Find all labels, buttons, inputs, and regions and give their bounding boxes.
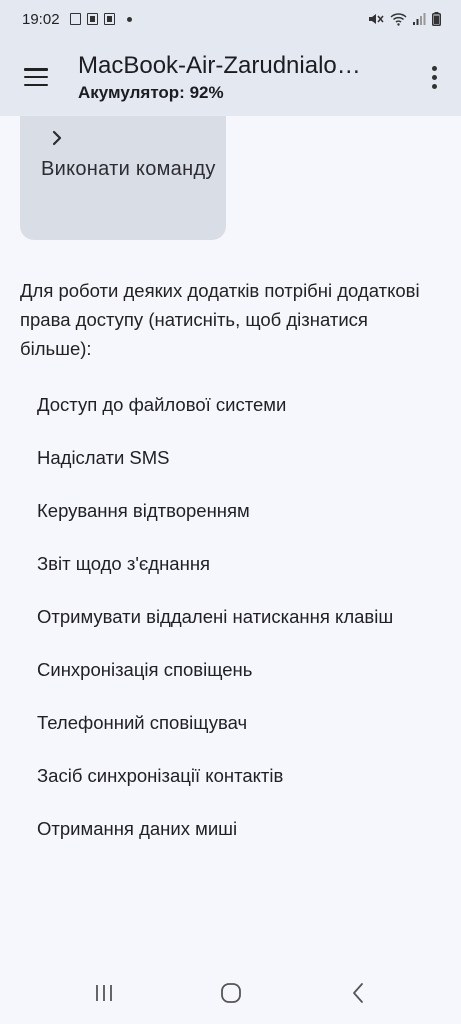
app-notification-icon-2 [103, 13, 115, 25]
more-notifications-dot-icon [126, 16, 132, 22]
chevron-right-icon [52, 130, 62, 151]
title-wrap: MacBook-Air-Zarudnialo… Акумулятор: 92% [72, 51, 407, 103]
run-command-card[interactable]: Виконати команду [20, 116, 226, 240]
status-right [368, 12, 441, 26]
permission-item-notification-sync[interactable]: Синхронізація сповіщень [0, 643, 461, 696]
permission-item-media-control[interactable]: Керування відтворенням [0, 484, 461, 537]
status-bar: 19:02 [0, 0, 461, 38]
device-title: MacBook-Air-Zarudnialo… [78, 52, 361, 79]
system-nav-bar [0, 961, 461, 1024]
battery-status: Акумулятор: 92% [78, 83, 224, 102]
home-button[interactable] [201, 968, 261, 1018]
more-dot-icon [431, 74, 437, 80]
permission-item-contacts-sync[interactable]: Засіб синхронізації контактів [0, 749, 461, 802]
permission-item-telephony[interactable]: Телефонний сповіщувач [0, 696, 461, 749]
permission-item-connectivity-report[interactable]: Звіт щодо з'єднання [0, 537, 461, 590]
more-dot-icon [431, 65, 437, 71]
wifi-icon [390, 12, 407, 26]
back-button[interactable] [328, 968, 388, 1018]
gallery-notification-icon [69, 13, 81, 25]
more-dot-icon [431, 83, 437, 89]
status-left: 19:02 [22, 11, 132, 28]
permission-item-mouse-input[interactable]: Отримання даних миші [0, 802, 461, 855]
back-icon [352, 982, 363, 1003]
permission-item-filesystem[interactable]: Доступ до файлової системи [0, 378, 461, 431]
permissions-list: Доступ до файлової системи Надіслати SMS… [0, 378, 461, 855]
signal-icon [413, 13, 426, 25]
permissions-info-text[interactable]: Для роботи деяких додатків потрібні дода… [20, 276, 440, 363]
status-time: 19:02 [22, 10, 60, 28]
app-notification-icon [86, 13, 98, 25]
run-command-label: Виконати команду [41, 158, 216, 180]
hamburger-menu-icon [24, 68, 48, 86]
permission-item-remote-keypresses[interactable]: Отримувати віддалені натискання клавіш [0, 590, 461, 643]
menu-button[interactable] [0, 38, 72, 116]
battery-icon [432, 12, 441, 26]
recent-apps-icon [95, 984, 112, 1001]
main-content: Виконати команду Для роботи деяких додат… [0, 116, 461, 961]
home-icon [220, 982, 241, 1003]
mute-icon [368, 12, 384, 26]
recent-apps-button[interactable] [74, 968, 134, 1018]
app-bar: MacBook-Air-Zarudnialo… Акумулятор: 92% [0, 38, 461, 116]
overflow-menu-button[interactable] [407, 38, 461, 116]
permission-item-send-sms[interactable]: Надіслати SMS [0, 431, 461, 484]
